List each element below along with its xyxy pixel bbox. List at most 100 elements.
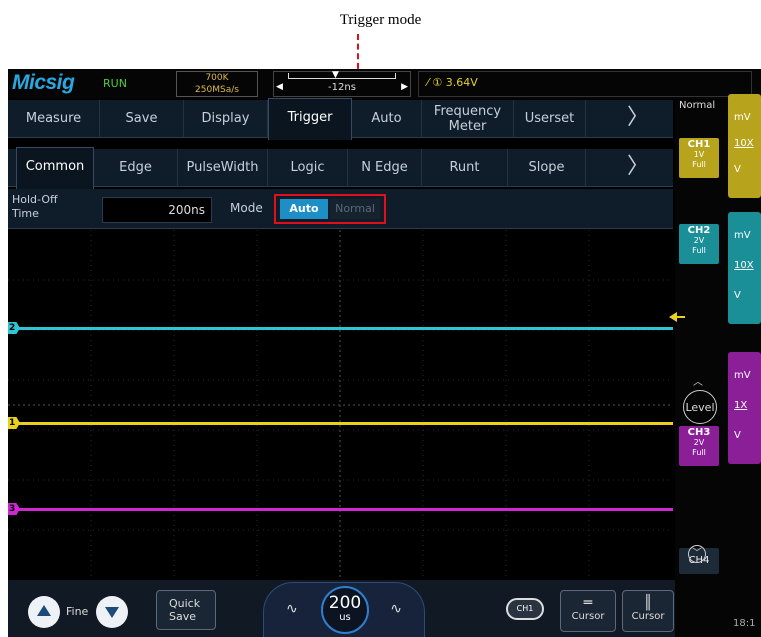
tab-runt[interactable]: Runt <box>422 149 508 187</box>
horizontal-cursor-button[interactable]: ═ Cursor <box>560 590 616 632</box>
scroll-right-icon[interactable]: ▶ <box>401 82 408 92</box>
ch1-scale: 1V <box>693 150 705 159</box>
ch1-button[interactable]: CH1 1V Full <box>679 138 719 178</box>
ch2-scale: 2V <box>693 236 705 245</box>
ch1-toggle[interactable]: CH1 <box>506 598 544 620</box>
menu-display[interactable]: Display <box>184 100 268 138</box>
status-bar: Micsig RUN 700K 250MSa/s ▼ ◀ -12ns ▶ ⁄ ①… <box>8 69 761 99</box>
ch1-bandwidth: Full <box>692 160 706 169</box>
ch3-probe: 1X <box>734 400 748 411</box>
vertical-cursor-icon: ║ <box>643 595 653 611</box>
tab-next-icon[interactable]: 〉 <box>618 149 658 187</box>
trigger-status[interactable]: ⁄ ① 3.64V <box>418 71 752 97</box>
menu-userset[interactable]: Userset <box>514 100 586 138</box>
ch1-unit-v: V <box>734 164 741 175</box>
quick-save-button[interactable]: Quick Save <box>156 590 216 630</box>
collapse-icon[interactable]: ﹀ <box>688 545 706 563</box>
trigger-type-menu: Common Edge PulseWidth Logic N Edge Runt… <box>8 147 673 189</box>
vertical-cursor-label: Cursor <box>631 611 665 622</box>
ch2-probe: 10X <box>734 260 754 271</box>
level-up-icon[interactable]: ︿ <box>693 373 703 388</box>
ch2-unit: mV <box>734 230 751 241</box>
vertical-cursor-button[interactable]: ║ Cursor <box>622 590 674 632</box>
ch3-button[interactable]: CH3 2V Full <box>679 426 719 466</box>
sample-rate: 250MSa/s <box>195 85 239 95</box>
callout-title: Trigger mode <box>339 12 422 28</box>
tab-edge[interactable]: Edge <box>94 149 178 187</box>
memory-window <box>288 73 396 79</box>
clock: 18:1 <box>733 618 756 629</box>
ch3-scale: 2V <box>693 438 705 447</box>
trigger-source: ① <box>432 76 443 89</box>
ch2-button[interactable]: CH2 2V Full <box>679 224 719 264</box>
bottom-toolbar: Fine Quick Save ∿ 200 us ∿ CH1 ═ Cursor <box>8 580 675 637</box>
tab-slope[interactable]: Slope <box>508 149 586 187</box>
holdoff-label-line-2: Time <box>12 207 39 220</box>
mode-label: Mode <box>230 201 263 215</box>
ch2-bandwidth: Full <box>692 246 706 255</box>
trigger-position-marker-icon: ▼ <box>332 70 339 80</box>
ch3-label: CH3 <box>687 427 711 438</box>
fine-label: Fine <box>66 605 89 618</box>
triangle-up-icon <box>37 605 51 616</box>
quick-save-line-1: Quick <box>169 597 201 610</box>
menu-save[interactable]: Save <box>100 100 184 138</box>
time-position-bar[interactable]: ▼ ◀ -12ns ▶ <box>273 70 411 97</box>
ch3-unit: mV <box>734 370 751 381</box>
timebase-increase-icon[interactable]: ∿ <box>390 601 402 617</box>
trigger-level: 3.64V <box>445 76 478 89</box>
channel-2-trace <box>8 327 673 330</box>
horizontal-cursor-icon: ═ <box>583 595 593 611</box>
mode-auto-button[interactable]: Auto <box>280 199 328 219</box>
timebase-dial[interactable]: 200 us <box>321 586 369 634</box>
main-menu: Measure Save Display Trigger Auto Freque… <box>8 98 673 140</box>
timebase-value: 200 <box>328 593 362 613</box>
menu-measure[interactable]: Measure <box>8 100 100 138</box>
memory-depth: 700K <box>205 73 229 83</box>
horizontal-cursor-label: Cursor <box>571 611 605 622</box>
menu-next-icon[interactable]: 〉 <box>618 100 658 138</box>
tab-logic[interactable]: Logic <box>268 149 348 187</box>
triangle-down-icon <box>105 607 119 618</box>
holdoff-label-line-1: Hold-Off <box>12 193 58 206</box>
trigger-mode-status: Normal <box>679 100 716 111</box>
menu-auto[interactable]: Auto <box>352 100 422 138</box>
run-stop-button[interactable]: RUN <box>103 77 127 90</box>
channel-1-trace <box>8 422 673 425</box>
quick-save-line-2: Save <box>169 610 197 623</box>
fine-down-button[interactable] <box>96 596 128 628</box>
timebase-control[interactable]: ∿ 200 us ∿ <box>263 582 425 637</box>
menu-trigger[interactable]: Trigger <box>268 98 352 140</box>
trigger-parameters: Hold-Off Time 200ns Mode Auto Normal <box>8 189 673 229</box>
holdoff-label: Hold-Off Time <box>12 193 58 221</box>
time-offset: -12ns <box>328 82 356 93</box>
tab-n-edge[interactable]: N Edge <box>348 149 422 187</box>
ch2-unit-v: V <box>734 290 741 301</box>
ch2-settings-card[interactable]: mV 10X V <box>728 212 761 324</box>
trigger-level-stem <box>677 316 685 318</box>
brand-logo: Micsig <box>12 71 75 94</box>
ch2-label: CH2 <box>687 225 711 236</box>
ch1-settings-card[interactable]: mV 10X V <box>728 94 761 198</box>
ch1-probe: 10X <box>734 138 754 149</box>
ch1-label: CH1 <box>687 139 711 150</box>
holdoff-time-input[interactable]: 200ns <box>102 197 212 223</box>
tab-pulsewidth[interactable]: PulseWidth <box>178 149 268 187</box>
ch3-settings-card[interactable]: mV 1X V <box>728 352 761 464</box>
level-knob[interactable]: Level <box>683 390 717 424</box>
menu-frequency-meter[interactable]: Frequency Meter <box>422 100 514 138</box>
mode-normal-button[interactable]: Normal <box>330 199 380 219</box>
oscilloscope-screen: Micsig RUN 700K 250MSa/s ▼ ◀ -12ns ▶ ⁄ ①… <box>8 69 761 637</box>
tab-common[interactable]: Common <box>16 147 94 189</box>
trigger-mode-highlight: Auto Normal <box>274 194 386 224</box>
ch3-unit-v: V <box>734 430 741 441</box>
ch1-unit: mV <box>734 112 751 123</box>
fine-up-button[interactable] <box>28 596 60 628</box>
timebase-decrease-icon[interactable]: ∿ <box>286 601 298 617</box>
ch3-bandwidth: Full <box>692 448 706 457</box>
trigger-level-arrow-icon[interactable] <box>669 312 677 322</box>
channel-3-trace <box>8 508 673 511</box>
timebase-unit: us <box>339 612 351 623</box>
acquisition-info[interactable]: 700K 250MSa/s <box>176 71 258 97</box>
waveform-grid[interactable] <box>8 230 673 580</box>
